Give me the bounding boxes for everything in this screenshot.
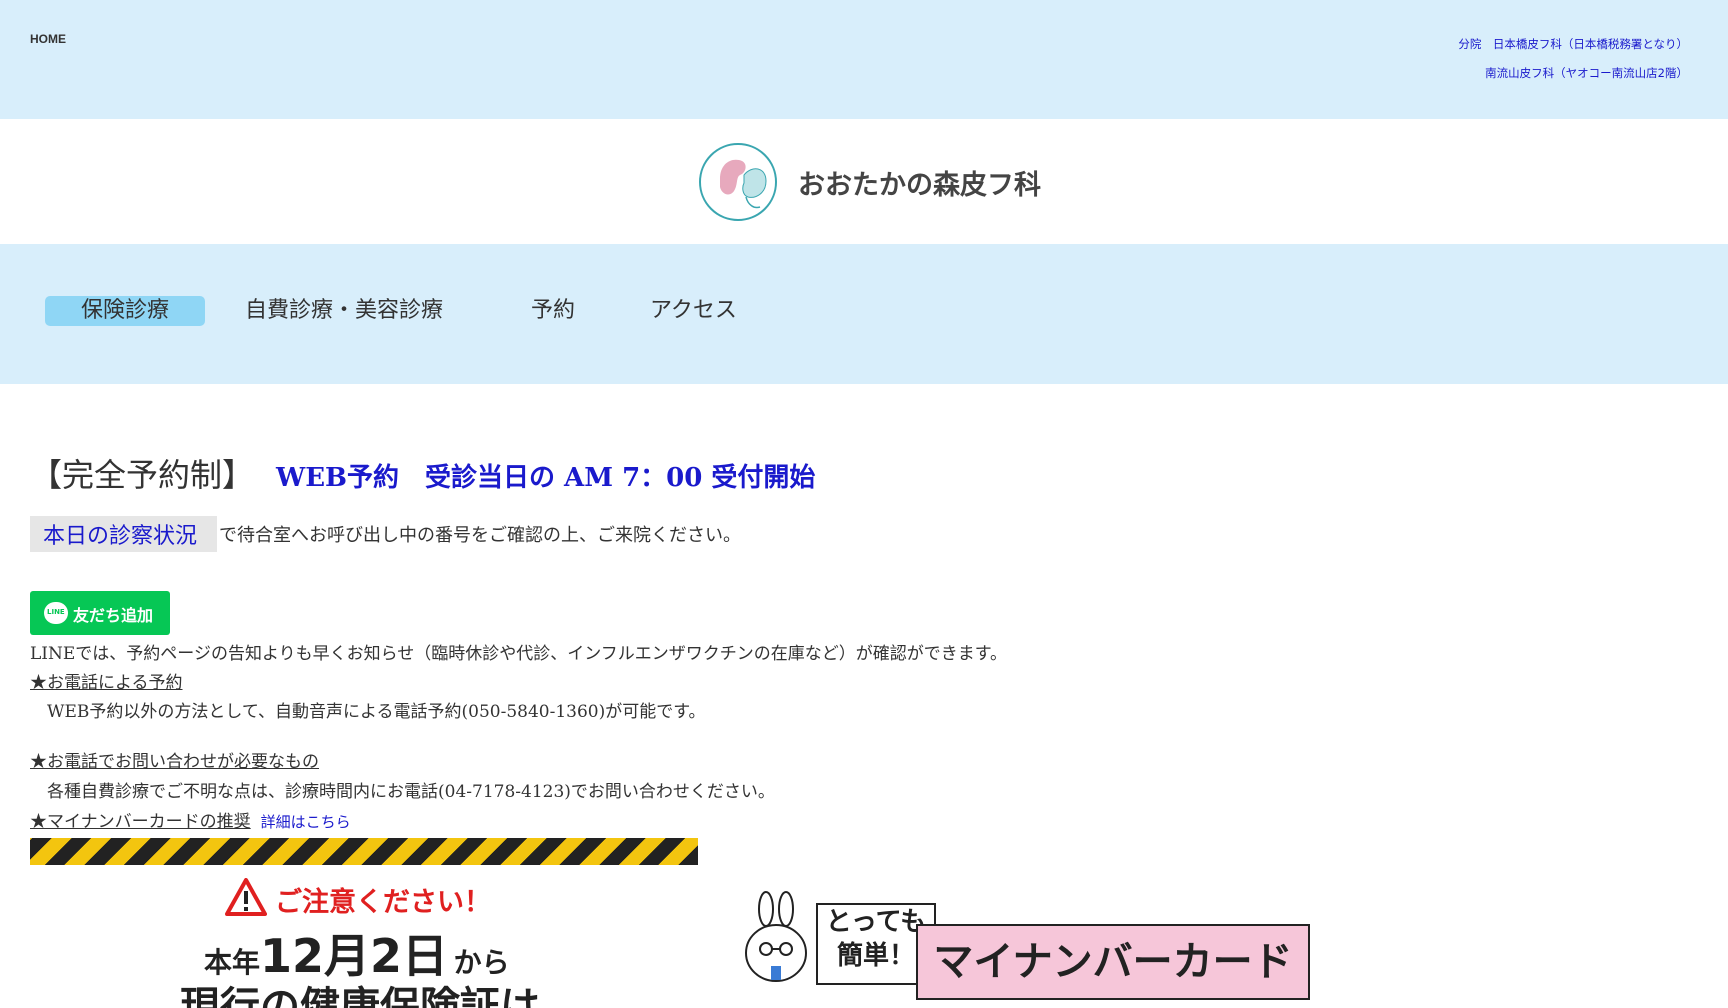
clinic-logo-icon[interactable] (696, 137, 786, 227)
logo-area: おおたかの森皮フ科 (0, 119, 1728, 244)
notice-title: ご注意ください！ (275, 887, 491, 918)
branch-link-minaminagareyama[interactable]: 南流山皮フ科（ヤオコー南流山店2階） (1485, 65, 1688, 81)
status-text: で待合室へお呼び出し中の番号をご確認の上、ご来院ください。 (219, 525, 742, 546)
top-bar: HOME 分院 日本橋皮フ科（日本橋税務署となり） 南流山皮フ科（ヤオコー南流山… (0, 0, 1728, 119)
branch-link-nihonbashi[interactable]: 分院 日本橋皮フ科（日本橋税務署となり） (1458, 36, 1688, 52)
notice-image: ご注意ください！ 本年12月2日 から 現行の健康保険証は (30, 838, 698, 1008)
warning-stripes (30, 838, 698, 865)
clinic-name[interactable]: おおたかの森皮フ科 (798, 163, 1041, 202)
mynumber-detail-link[interactable]: 詳細はこちら (261, 813, 351, 831)
home-link[interactable]: HOME (30, 32, 66, 46)
mynumber-line: ★マイナンバーカードの推奨 詳細はこちら (30, 807, 351, 832)
warning-icon (225, 878, 267, 916)
notice-next-line: 現行の健康保険証は (180, 984, 540, 1008)
mynumber-banner: マイナンバーカード (916, 924, 1310, 1000)
nav-item-access[interactable]: アクセス (650, 296, 737, 326)
status-line: 本日の診察状況 で待合室へお呼び出し中の番号をご確認の上、ご来院ください。 (30, 516, 741, 552)
today-status-button[interactable]: 本日の診察状況 (30, 516, 218, 552)
line-info-text: LINEでは、予約ページの告知よりも早くお知らせ（臨時休診や代診、インフルエンザ… (30, 644, 1008, 664)
phone-reservation-text: WEB予約以外の方法として、自動音声による電話予約(050-5840-1360)… (30, 702, 706, 722)
phone-inquiry-heading: ★お電話でお問い合わせが必要なもの (30, 752, 319, 772)
line-button-label: 友だち追加 (73, 606, 154, 625)
line-icon: LINE (44, 602, 68, 624)
nav-item-self-pay[interactable]: 自費診療・美容診療 (245, 296, 443, 326)
nav-item-insurance[interactable]: 保険診療 (45, 296, 206, 326)
headline-bracket: 【完全予約制】 (30, 456, 255, 494)
phone-inquiry-text: 各種自費診療でご不明な点は、診療時間内にお電話(04-7178-4123)でお問… (30, 782, 775, 802)
phone-reservation-heading: ★お電話による予約 (30, 673, 183, 693)
headline-web: WEB予約 受診当日の AM 7：00 受付開始 (276, 463, 816, 493)
line-add-friend-button[interactable]: LINE 友だち追加 (30, 591, 170, 635)
nav-item-reservation[interactable]: 予約 (531, 296, 575, 326)
rabbit-mascot-icon (745, 891, 807, 982)
mynumber-heading: ★マイナンバーカードの推奨 (30, 812, 251, 832)
headline: 【完全予約制】 WEB予約 受診当日の AM 7：00 受付開始 (30, 450, 815, 496)
mynumber-image: とっても 簡単！ マイナンバーカード (740, 885, 1320, 1000)
main-nav: 保険診療 自費診療・美容診療 予約 アクセス (0, 244, 1728, 384)
